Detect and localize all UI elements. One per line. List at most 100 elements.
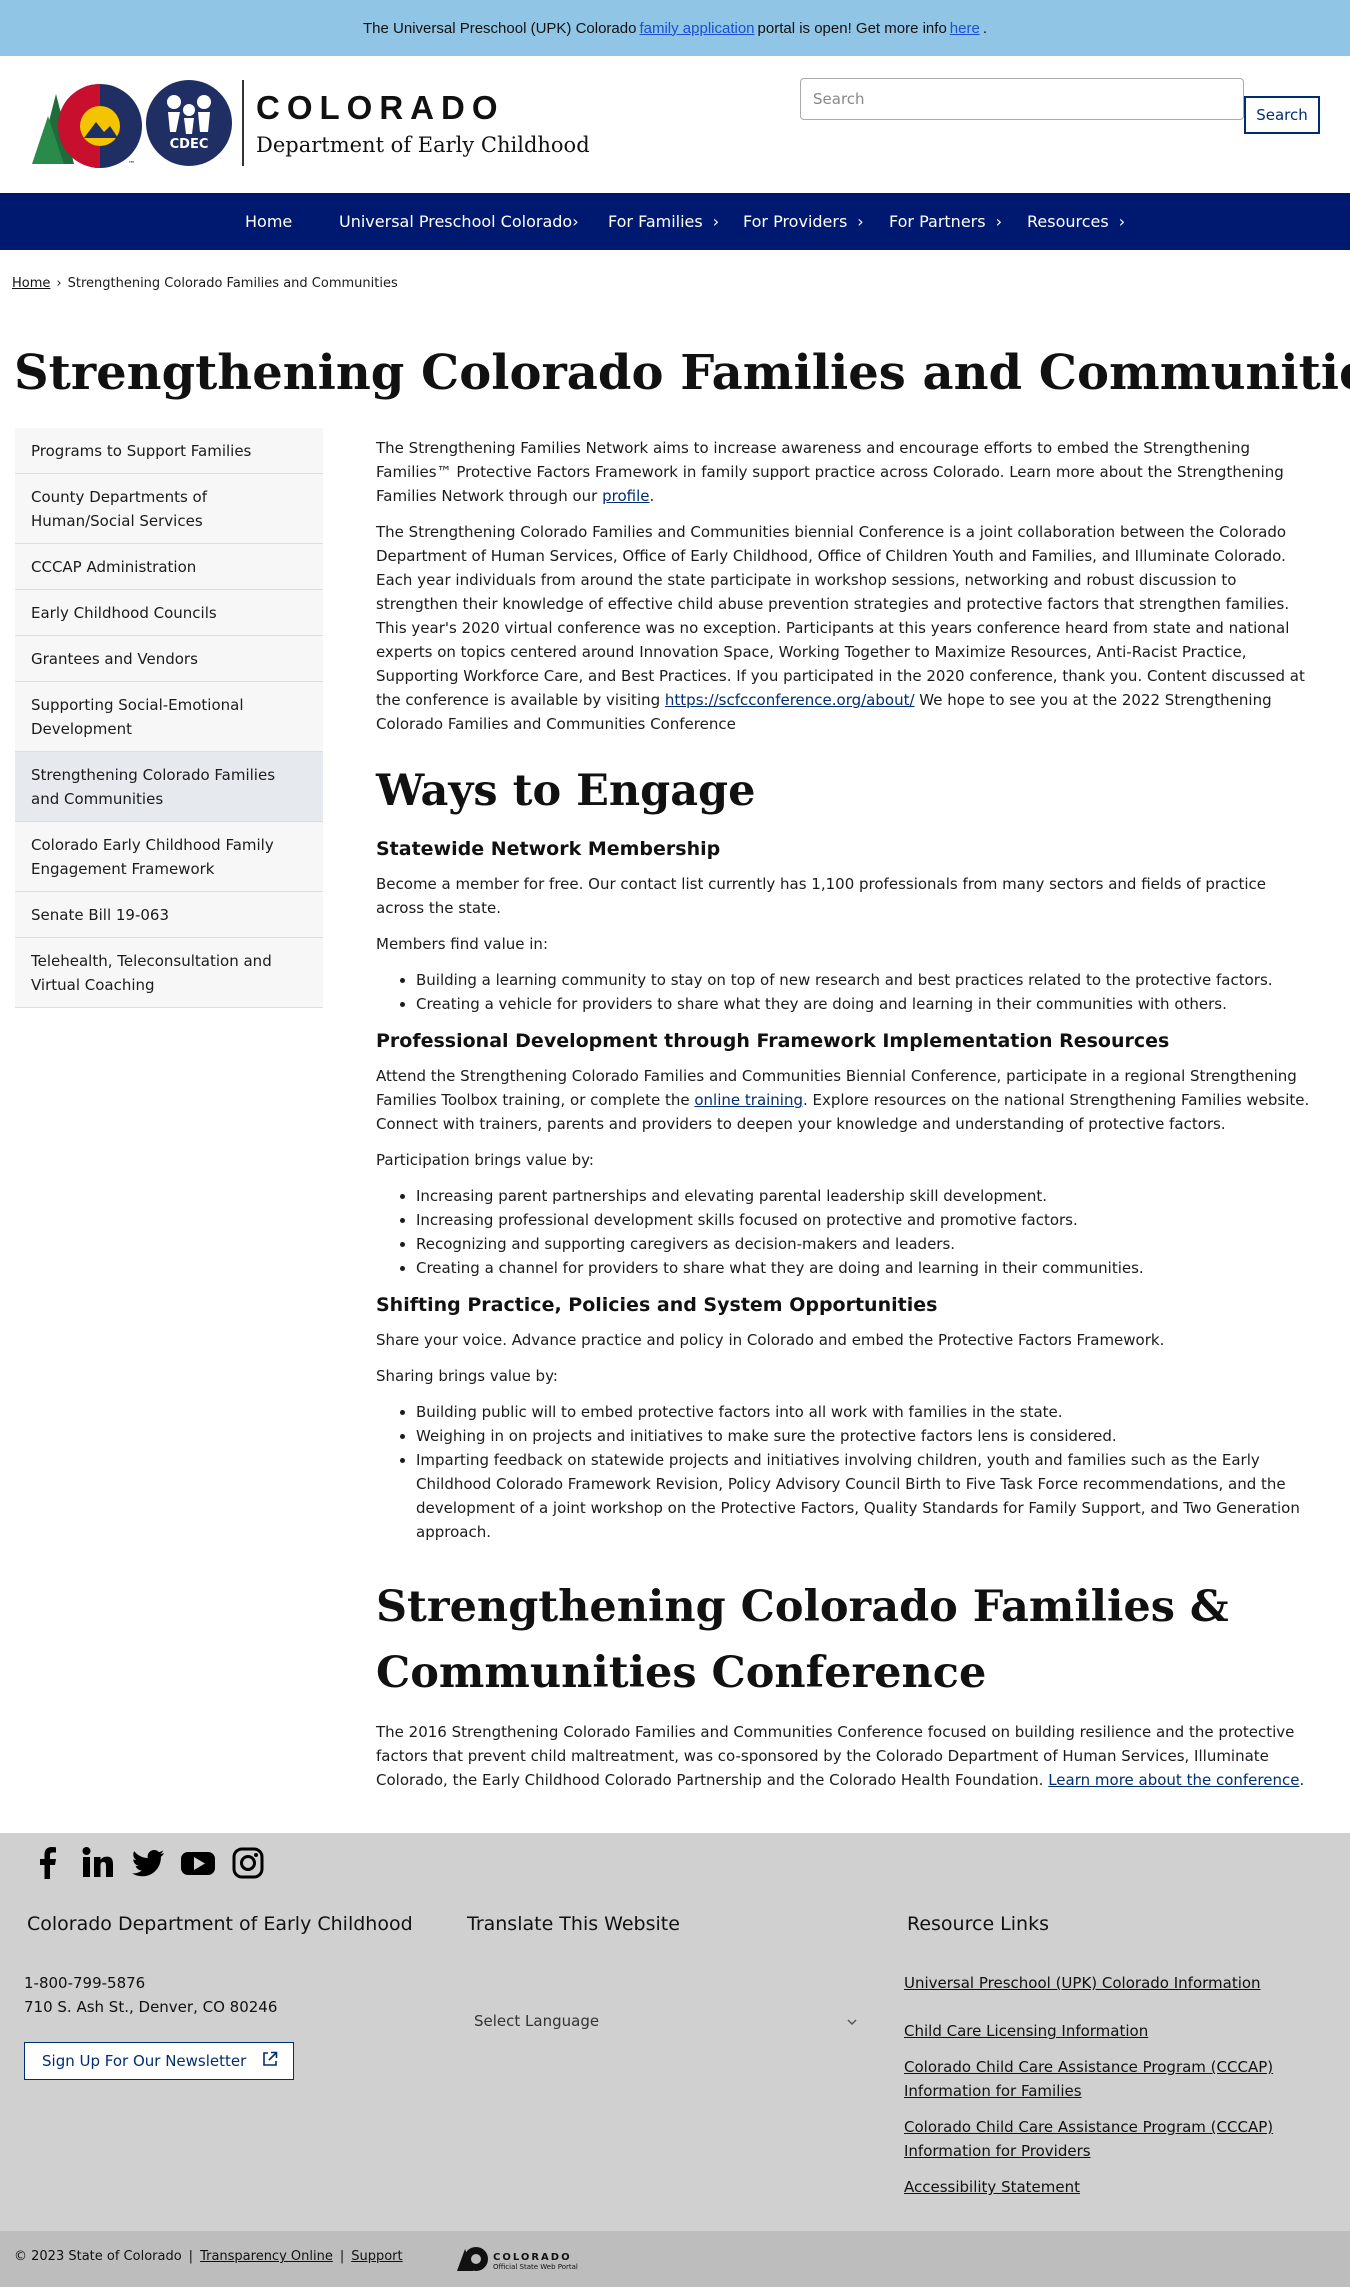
chevron-right-icon: › (995, 212, 1002, 231)
conference-paragraph: The 2016 Strengthening Colorado Families… (376, 1720, 1311, 1792)
site-footer: Colorado Department of Early Childhood 1… (0, 1833, 1350, 2231)
intro-paragraph-1: The Strengthening Families Network aims … (376, 436, 1311, 508)
logo-word-department: Department of Early Childhood (256, 133, 590, 157)
transparency-online-link[interactable]: Transparency Online (200, 2249, 333, 2264)
sidebar-item-county-departments[interactable]: County Departments of Human/Social Servi… (15, 474, 323, 544)
subfooter-links: © 2023 State of Colorado | Transparency On… (14, 2249, 403, 2264)
cdec-badge-icon: CDEC (146, 80, 232, 166)
sidebar-item-grantees[interactable]: Grantees and Vendors (15, 636, 323, 682)
resource-link-upk[interactable]: Universal Preschool (UPK) Colorado Infor… (904, 1971, 1304, 1995)
nav-item-for-families[interactable]: For Families › (608, 193, 719, 250)
resource-link-licensing[interactable]: Child Care Licensing Information (904, 2019, 1304, 2043)
resource-link-accessibility[interactable]: Accessibility Statement (904, 2175, 1304, 2199)
state-portal-sub: Official State Web Portal (493, 2262, 578, 2271)
chevron-down-icon (846, 2012, 858, 2030)
resource-link-cccap-families[interactable]: Colorado Child Care Assistance Program (… (904, 2055, 1304, 2103)
sidebar-item-cccap[interactable]: CCCAP Administration (15, 544, 323, 590)
svg-text:™: ™ (128, 160, 135, 168)
copyright: © 2023 State of Colorado (14, 2249, 182, 2264)
learn-more-conference-link[interactable]: Learn more about the conference (1048, 1771, 1299, 1789)
language-select[interactable]: Select Language (466, 2003, 866, 2039)
chevron-right-icon: › (1118, 212, 1126, 231)
nav-item-resources[interactable]: Resources › (1027, 193, 1125, 250)
statewide-network-heading: Statewide Network Membership (376, 838, 721, 860)
separator: | (188, 2249, 194, 2264)
search-input[interactable] (800, 78, 1244, 120)
alert-text-end: . (982, 19, 987, 37)
sidebar-item-programs[interactable]: Programs to Support Families (15, 428, 323, 474)
breadcrumb: Home › Strengthening Colorado Families and… (12, 276, 398, 291)
sharing-value-list: Building public will to embed protective… (416, 1400, 1311, 1544)
linkedin-icon[interactable] (80, 1845, 116, 1881)
language-select-value: Select Language (474, 2012, 600, 2030)
footer-col-title-department: Colorado Department of Early Childhood (27, 1913, 413, 1935)
resource-link-cccap-providers[interactable]: Colorado Child Care Assistance Program (… (904, 2115, 1304, 2163)
list-item: Creating a channel for providers to shar… (416, 1256, 1311, 1280)
paragraph: Become a member for free. Our contact li… (376, 875, 1267, 917)
list-item: Creating a vehicle for providers to shar… (416, 992, 1311, 1016)
sidebar-item-strengthening-families[interactable]: Strengthening Colorado Families and Comm… (15, 752, 323, 822)
external-link-icon (262, 2051, 278, 2071)
state-portal-logo[interactable]: COLORADO Official State Web Portal (455, 2245, 578, 2277)
nav-label: For Families (608, 212, 703, 231)
intro-paragraph-2: The Strengthening Colorado Families and … (376, 520, 1311, 736)
newsletter-signup-button[interactable]: Sign Up For Our Newsletter (24, 2042, 294, 2080)
family-application-link[interactable]: family application (639, 20, 754, 37)
support-link[interactable]: Support (351, 2249, 402, 2264)
logo-word-colorado: COLORADO (256, 89, 505, 126)
footer-contact: 1-800-799-5876 710 S. Ash St., Denver, C… (24, 1971, 277, 2019)
intro-text: The Strengthening Families Network aims … (376, 439, 1284, 505)
twitter-icon[interactable] (130, 1845, 166, 1881)
scfc-conference-link[interactable]: https://scfcconference.org/about/ (665, 691, 915, 709)
main-nav: Home Universal Preschool Colorado › For F… (0, 193, 1350, 250)
search-button[interactable]: Search (1244, 96, 1320, 134)
sub-footer: © 2023 State of Colorado | Transparency On… (0, 2231, 1350, 2287)
nav-label: Home (245, 212, 293, 231)
paragraph: Sharing brings value by: (376, 1367, 558, 1385)
alert-here-link[interactable]: here (950, 20, 980, 37)
members-value-list: Building a learning community to stay on… (416, 968, 1311, 1016)
instagram-icon[interactable] (230, 1845, 266, 1881)
nav-item-home[interactable]: Home (245, 193, 292, 250)
colorado-c-icon (455, 2245, 489, 2277)
state-portal-text: COLORADO Official State Web Portal (493, 2252, 578, 2271)
main-content: The Strengthening Families Network aims … (376, 436, 1311, 1804)
nav-label: Resources (1027, 212, 1109, 231)
list-item: Weighing in on projects and initiatives … (416, 1424, 1311, 1448)
list-item: Building public will to embed protective… (416, 1400, 1311, 1424)
sidebar-item-telehealth[interactable]: Telehealth, Teleconsultation and Virtual… (15, 938, 323, 1008)
alert-text-middle: portal is open! Get more info (757, 19, 947, 37)
online-training-link[interactable]: online training (694, 1091, 803, 1109)
sidebar-item-social-emotional[interactable]: Supporting Social-Emotional Development (15, 682, 323, 752)
professional-development-heading: Professional Development through Framewo… (376, 1030, 1170, 1052)
list-item: Building a learning community to stay on… (416, 968, 1311, 992)
chevron-right-icon: › (857, 212, 864, 231)
nav-item-universal-preschool[interactable]: Universal Preschool Colorado › (339, 193, 579, 250)
page-title: Strengthening Colorado Families and Comm… (14, 345, 1350, 401)
shifting-practice-heading: Shifting Practice, Policies and System O… (376, 1294, 938, 1316)
paragraph: Share your voice. Advance practice and p… (376, 1331, 1165, 1349)
paragraph: Attend the Strengthening Colorado Famili… (376, 1064, 1311, 1136)
profile-link[interactable]: profile (602, 487, 649, 505)
footer-col-title-resources: Resource Links (907, 1913, 1049, 1935)
paragraph: Participation brings value by: (376, 1151, 594, 1169)
newsletter-label: Sign Up For Our Newsletter (42, 2052, 247, 2070)
nav-label: For Providers (743, 212, 848, 231)
nav-item-for-providers[interactable]: For Providers › (743, 193, 864, 250)
breadcrumb-home-link[interactable]: Home (12, 276, 50, 291)
youtube-icon[interactable] (180, 1845, 216, 1881)
intro-end: . (649, 487, 655, 505)
sidebar-item-councils[interactable]: Early Childhood Councils (15, 590, 323, 636)
sidebar-item-engagement-framework[interactable]: Colorado Early Childhood Family Engageme… (15, 822, 323, 892)
separator: | (339, 2249, 345, 2264)
resource-links: Universal Preschool (UPK) Colorado Infor… (904, 1971, 1304, 2211)
cdec-logo[interactable]: ™ CDEC COLORADO Department of Early Chil… (28, 76, 590, 170)
logo-divider (242, 80, 244, 166)
sidebar-item-senate-bill[interactable]: Senate Bill 19-063 (15, 892, 323, 938)
list-item: Imparting feedback on statewide projects… (416, 1448, 1311, 1544)
nav-item-for-partners[interactable]: For Partners › (889, 193, 1002, 250)
list-item: Increasing professional development skil… (416, 1208, 1311, 1232)
breadcrumb-separator-icon: › (56, 276, 62, 291)
facebook-icon[interactable] (30, 1845, 66, 1881)
alert-banner: The Universal Preschool (UPK) Colorado f… (0, 0, 1350, 56)
